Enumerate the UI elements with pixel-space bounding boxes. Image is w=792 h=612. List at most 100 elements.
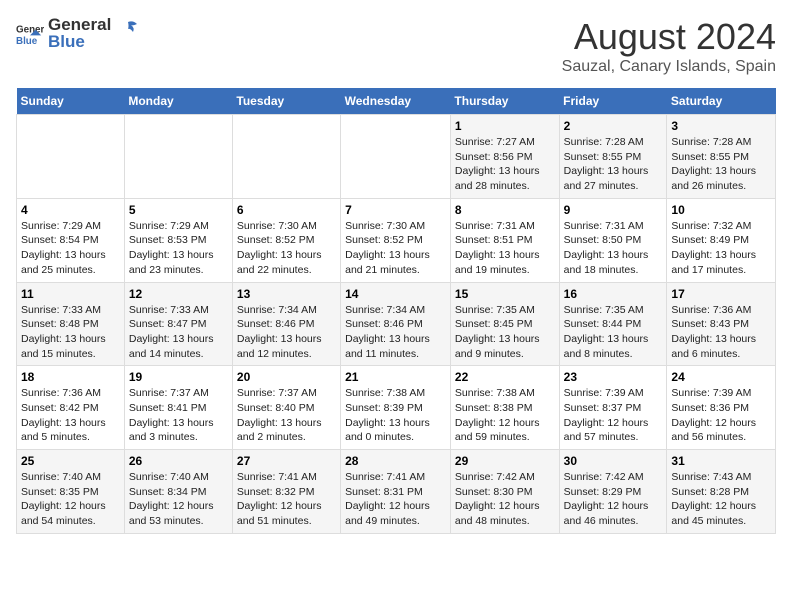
day-details: Sunrise: 7:41 AM Sunset: 8:32 PM Dayligh… xyxy=(237,470,336,529)
calendar-cell: 14 Sunrise: 7:34 AM Sunset: 8:46 PM Dayli… xyxy=(341,282,451,366)
calendar-cell: 20Sunrise: 7:37 AM Sunset: 8:40 PM Dayli… xyxy=(232,366,340,450)
day-number: 1 xyxy=(455,119,555,133)
day-number: 12 xyxy=(129,287,228,301)
day-number: 31 xyxy=(671,454,771,468)
calendar-cell: 25 Sunrise: 7:40 AM Sunset: 8:35 PM Dayli… xyxy=(17,450,125,534)
calendar-cell: 30 Sunrise: 7:42 AM Sunset: 8:29 PM Dayli… xyxy=(559,450,667,534)
day-number: 7 xyxy=(345,203,446,217)
calendar-cell: 7 Sunrise: 7:30 AM Sunset: 8:52 PM Daylig… xyxy=(341,198,451,282)
day-details: Sunrise: 7:31 AM Sunset: 8:51 PM Dayligh… xyxy=(455,219,555,278)
svg-text:General: General xyxy=(16,24,44,35)
week-row-2: 4 Sunrise: 7:29 AM Sunset: 8:54 PM Daylig… xyxy=(17,198,776,282)
day-details: Sunrise: 7:34 AM Sunset: 8:46 PM Dayligh… xyxy=(345,303,446,362)
calendar-table: SundayMondayTuesdayWednesdayThursdayFrid… xyxy=(16,88,776,534)
day-number: 19 xyxy=(129,370,228,384)
calendar-cell: 17 Sunrise: 7:36 AM Sunset: 8:43 PM Dayli… xyxy=(667,282,776,366)
header: General Blue General Blue August 2024 Sa… xyxy=(16,16,776,76)
day-number: 3 xyxy=(671,119,771,133)
day-number: 8 xyxy=(455,203,555,217)
calendar-cell: 10 Sunrise: 7:32 AM Sunset: 8:49 PM Dayli… xyxy=(667,198,776,282)
day-number: 5 xyxy=(129,203,228,217)
logo-icon: General Blue xyxy=(16,20,44,48)
calendar-cell: 21 Sunrise: 7:38 AM Sunset: 8:39 PM Dayli… xyxy=(341,366,451,450)
day-details: Sunrise: 7:39 AM Sunset: 8:37 PM Dayligh… xyxy=(564,386,663,445)
day-number: 15 xyxy=(455,287,555,301)
main-title: August 2024 xyxy=(562,16,776,58)
day-number: 21 xyxy=(345,370,446,384)
day-details: Sunrise: 7:30 AM Sunset: 8:52 PM Dayligh… xyxy=(237,219,336,278)
day-details: Sunrise: 7:33 AM Sunset: 8:48 PM Dayligh… xyxy=(21,303,120,362)
day-details: Sunrise: 7:32 AM Sunset: 8:49 PM Dayligh… xyxy=(671,219,771,278)
calendar-cell: 9Sunrise: 7:31 AM Sunset: 8:50 PM Daylig… xyxy=(559,198,667,282)
svg-text:Blue: Blue xyxy=(16,35,38,46)
day-details: Sunrise: 7:42 AM Sunset: 8:29 PM Dayligh… xyxy=(564,470,663,529)
logo: General Blue General Blue xyxy=(16,16,139,51)
day-details: Sunrise: 7:30 AM Sunset: 8:52 PM Dayligh… xyxy=(345,219,446,278)
day-details: Sunrise: 7:42 AM Sunset: 8:30 PM Dayligh… xyxy=(455,470,555,529)
calendar-cell: 8 Sunrise: 7:31 AM Sunset: 8:51 PM Daylig… xyxy=(450,198,559,282)
day-number: 16 xyxy=(564,287,663,301)
day-details: Sunrise: 7:35 AM Sunset: 8:44 PM Dayligh… xyxy=(564,303,663,362)
day-details: Sunrise: 7:37 AM Sunset: 8:40 PM Dayligh… xyxy=(237,386,336,445)
calendar-header: SundayMondayTuesdayWednesdayThursdayFrid… xyxy=(17,88,776,115)
day-number: 29 xyxy=(455,454,555,468)
day-number: 25 xyxy=(21,454,120,468)
day-header-saturday: Saturday xyxy=(667,88,776,115)
day-details: Sunrise: 7:38 AM Sunset: 8:39 PM Dayligh… xyxy=(345,386,446,445)
calendar-cell: 11 Sunrise: 7:33 AM Sunset: 8:48 PM Dayli… xyxy=(17,282,125,366)
day-number: 14 xyxy=(345,287,446,301)
day-number: 30 xyxy=(564,454,663,468)
calendar-cell: 15 Sunrise: 7:35 AM Sunset: 8:45 PM Dayli… xyxy=(450,282,559,366)
week-row-3: 11 Sunrise: 7:33 AM Sunset: 8:48 PM Dayli… xyxy=(17,282,776,366)
day-details: Sunrise: 7:28 AM Sunset: 8:55 PM Dayligh… xyxy=(671,135,771,194)
calendar-cell: 19 Sunrise: 7:37 AM Sunset: 8:41 PM Dayli… xyxy=(124,366,232,450)
day-number: 18 xyxy=(21,370,120,384)
day-number: 9 xyxy=(564,203,663,217)
logo-blue: Blue xyxy=(48,33,111,52)
day-details: Sunrise: 7:29 AM Sunset: 8:53 PM Dayligh… xyxy=(129,219,228,278)
day-number: 2 xyxy=(564,119,663,133)
subtitle: Sauzal, Canary Islands, Spain xyxy=(562,58,776,76)
week-row-1: 1 Sunrise: 7:27 AM Sunset: 8:56 PM Daylig… xyxy=(17,115,776,199)
day-number: 27 xyxy=(237,454,336,468)
day-details: Sunrise: 7:28 AM Sunset: 8:55 PM Dayligh… xyxy=(564,135,663,194)
day-details: Sunrise: 7:33 AM Sunset: 8:47 PM Dayligh… xyxy=(129,303,228,362)
day-number: 28 xyxy=(345,454,446,468)
calendar-cell: 5 Sunrise: 7:29 AM Sunset: 8:53 PM Daylig… xyxy=(124,198,232,282)
calendar-cell: 18 Sunrise: 7:36 AM Sunset: 8:42 PM Dayli… xyxy=(17,366,125,450)
day-details: Sunrise: 7:40 AM Sunset: 8:35 PM Dayligh… xyxy=(21,470,120,529)
day-number: 11 xyxy=(21,287,120,301)
day-header-wednesday: Wednesday xyxy=(341,88,451,115)
day-details: Sunrise: 7:36 AM Sunset: 8:42 PM Dayligh… xyxy=(21,386,120,445)
calendar-cell xyxy=(124,115,232,199)
logo-bird-icon xyxy=(117,18,139,40)
day-details: Sunrise: 7:38 AM Sunset: 8:38 PM Dayligh… xyxy=(455,386,555,445)
day-header-sunday: Sunday xyxy=(17,88,125,115)
calendar-cell xyxy=(232,115,340,199)
day-details: Sunrise: 7:37 AM Sunset: 8:41 PM Dayligh… xyxy=(129,386,228,445)
day-details: Sunrise: 7:39 AM Sunset: 8:36 PM Dayligh… xyxy=(671,386,771,445)
day-details: Sunrise: 7:35 AM Sunset: 8:45 PM Dayligh… xyxy=(455,303,555,362)
day-header-monday: Monday xyxy=(124,88,232,115)
week-row-4: 18 Sunrise: 7:36 AM Sunset: 8:42 PM Dayli… xyxy=(17,366,776,450)
day-details: Sunrise: 7:27 AM Sunset: 8:56 PM Dayligh… xyxy=(455,135,555,194)
calendar-cell: 24 Sunrise: 7:39 AM Sunset: 8:36 PM Dayli… xyxy=(667,366,776,450)
day-number: 13 xyxy=(237,287,336,301)
calendar-cell xyxy=(17,115,125,199)
days-of-week-row: SundayMondayTuesdayWednesdayThursdayFrid… xyxy=(17,88,776,115)
calendar-cell xyxy=(341,115,451,199)
day-details: Sunrise: 7:29 AM Sunset: 8:54 PM Dayligh… xyxy=(21,219,120,278)
day-number: 17 xyxy=(671,287,771,301)
day-details: Sunrise: 7:36 AM Sunset: 8:43 PM Dayligh… xyxy=(671,303,771,362)
day-number: 4 xyxy=(21,203,120,217)
day-number: 10 xyxy=(671,203,771,217)
title-area: August 2024 Sauzal, Canary Islands, Spai… xyxy=(562,16,776,76)
calendar-cell: 2 Sunrise: 7:28 AM Sunset: 8:55 PM Daylig… xyxy=(559,115,667,199)
day-details: Sunrise: 7:41 AM Sunset: 8:31 PM Dayligh… xyxy=(345,470,446,529)
day-header-friday: Friday xyxy=(559,88,667,115)
day-details: Sunrise: 7:43 AM Sunset: 8:28 PM Dayligh… xyxy=(671,470,771,529)
calendar-cell: 6Sunrise: 7:30 AM Sunset: 8:52 PM Daylig… xyxy=(232,198,340,282)
calendar-body: 1 Sunrise: 7:27 AM Sunset: 8:56 PM Daylig… xyxy=(17,115,776,534)
calendar-cell: 4 Sunrise: 7:29 AM Sunset: 8:54 PM Daylig… xyxy=(17,198,125,282)
day-number: 24 xyxy=(671,370,771,384)
